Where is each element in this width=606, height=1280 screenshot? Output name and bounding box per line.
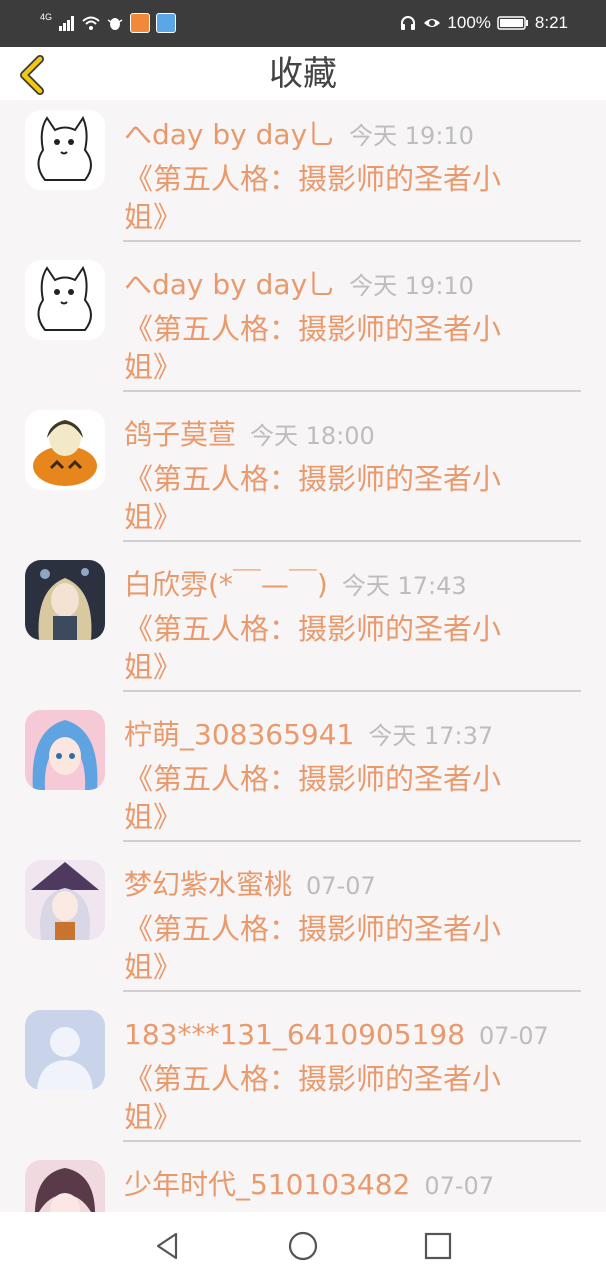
signal-label: 4G: [40, 12, 53, 22]
nav-home-icon[interactable]: [285, 1228, 321, 1264]
app-header: 收藏: [0, 47, 606, 100]
battery-icon: [497, 16, 528, 30]
item-time: 今天 17:37: [368, 722, 494, 750]
user-name[interactable]: 梦幻紫水蜜桃: [124, 868, 292, 901]
status-left-icons: 4G: [40, 12, 177, 34]
item-time: 今天 19:10: [349, 272, 474, 300]
status-right-icons: 100% 8:21: [399, 12, 568, 34]
anime-girl-avatar[interactable]: [25, 560, 105, 640]
anime-boy-avatar[interactable]: [25, 1160, 105, 1212]
browser-app-icon: [156, 13, 177, 33]
user-name[interactable]: へday by day乚: [124, 268, 335, 301]
item-header: へday by day乚 今天 19:10: [124, 265, 474, 305]
item-header: 梦幻紫水蜜桃 07-07: [124, 865, 376, 905]
cat-sketch-avatar[interactable]: [25, 110, 105, 190]
default-user-avatar[interactable]: [25, 1010, 105, 1090]
book-title[interactable]: 《第五人格：摄影师的圣者小姐》: [124, 310, 544, 386]
item-header: 少年时代_510103482 07-07: [124, 1165, 494, 1205]
page-title: 收藏: [269, 54, 337, 94]
user-name[interactable]: 鸽子莫萱: [124, 418, 236, 451]
list-item[interactable]: 柠萌_308365941 今天 17:37 《第五人格：摄影师的圣者小姐》: [0, 700, 606, 850]
book-title[interactable]: 《第五人格：摄影师的圣者小姐》: [124, 1060, 544, 1136]
list-item[interactable]: 梦幻紫水蜜桃 07-07 《第五人格：摄影师的圣者小姐》: [0, 850, 606, 1000]
favorites-list: へday by day乚 今天 19:10 《第五人格：摄影师的圣者小姐》 へda…: [0, 100, 606, 1212]
item-time: 07-07: [306, 872, 376, 900]
blue-hair-avatar[interactable]: [25, 710, 105, 790]
system-nav-bar: [0, 1212, 606, 1280]
book-title[interactable]: 《第五人格：摄影师的圣者小姐》: [124, 460, 544, 536]
status-bar: 4G 100% 8:21: [0, 0, 606, 47]
book-title[interactable]: 《第五人格：摄影师的圣者小姐》: [124, 160, 544, 236]
list-item[interactable]: 183***131_6410905198 07-07 《第五人格：摄影师的圣者小姐…: [0, 1000, 606, 1150]
bug-icon: [107, 18, 123, 30]
divider: [123, 840, 581, 842]
divider: [123, 540, 581, 542]
item-time: 07-07: [479, 1022, 549, 1050]
battery-percent: 100%: [447, 13, 491, 32]
list-item[interactable]: へday by day乚 今天 19:10 《第五人格：摄影师的圣者小姐》: [0, 100, 606, 250]
user-name[interactable]: 183***131_6410905198: [124, 1018, 465, 1051]
cat-sketch-avatar[interactable]: [25, 260, 105, 340]
user-name[interactable]: 柠萌_308365941: [124, 718, 354, 751]
divider: [123, 390, 581, 392]
clock: 8:21: [534, 13, 568, 32]
book-title[interactable]: 《第五人格：摄影师的圣者小姐》: [124, 610, 544, 686]
item-header: 白欣雰(*￣—￣) 今天 17:43: [124, 565, 467, 605]
item-time: 07-07: [424, 1172, 495, 1200]
list-item[interactable]: へday by day乚 今天 19:10 《第五人格：摄影师的圣者小姐》: [0, 250, 606, 400]
list-item[interactable]: 少年时代_510103482 07-07: [0, 1150, 606, 1212]
item-header: 柠萌_308365941 今天 17:37: [124, 715, 493, 755]
divider: [123, 1140, 581, 1142]
list-item[interactable]: 鸽子莫萱 今天 18:00 《第五人格：摄影师的圣者小姐》: [0, 400, 606, 550]
nav-back-icon[interactable]: [150, 1228, 186, 1264]
pumpkin-avatar[interactable]: [25, 410, 105, 490]
divider: [123, 690, 581, 692]
item-time: 今天 19:10: [349, 122, 474, 150]
item-time: 今天 18:00: [250, 422, 375, 450]
list-item[interactable]: 白欣雰(*￣—￣) 今天 17:43 《第五人格：摄影师的圣者小姐》: [0, 550, 606, 700]
wifi-icon: [82, 16, 100, 30]
divider: [123, 990, 581, 992]
nav-recents-icon[interactable]: [420, 1228, 456, 1264]
headphones-icon: [401, 16, 416, 30]
user-name[interactable]: 少年时代_510103482: [124, 1168, 410, 1201]
item-time: 今天 17:43: [341, 572, 467, 600]
eye-icon: [424, 19, 441, 27]
item-header: 鸽子莫萱 今天 18:00: [124, 415, 375, 455]
witch-avatar[interactable]: [25, 860, 105, 940]
item-header: へday by day乚 今天 19:10: [124, 115, 474, 155]
user-name[interactable]: 白欣雰(*￣—￣): [124, 568, 328, 601]
divider: [123, 240, 581, 242]
book-title[interactable]: 《第五人格：摄影师的圣者小姐》: [124, 910, 544, 986]
sogou-app-icon: [130, 13, 151, 33]
signal-icon: [59, 16, 75, 31]
book-title[interactable]: 《第五人格：摄影师的圣者小姐》: [124, 760, 544, 836]
item-header: 183***131_6410905198 07-07: [124, 1015, 549, 1055]
user-name[interactable]: へday by day乚: [124, 118, 335, 151]
